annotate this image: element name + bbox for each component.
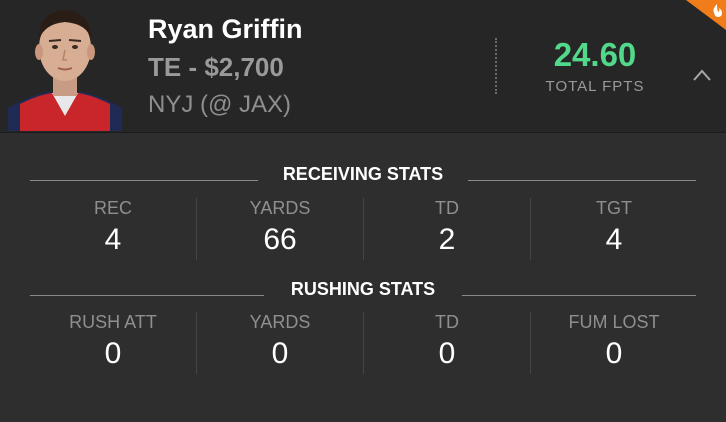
header-divider (495, 38, 497, 94)
total-fpts-label: TOTAL FPTS (545, 78, 645, 95)
stat-value: 4 (605, 223, 623, 256)
stat-value: 0 (104, 337, 122, 370)
stat-label: YARDS (249, 198, 311, 218)
player-avatar (8, 0, 122, 131)
rushing-stats-title: RUSHING STATS (290, 279, 436, 299)
player-name: Ryan Griffin (148, 14, 303, 44)
stat-rec: REC 4 (30, 198, 196, 257)
stat-value: 66 (263, 223, 297, 256)
stat-rush-yards: YARDS 0 (197, 312, 363, 371)
total-fpts-value: 24.60 (553, 36, 637, 73)
stat-yards: YARDS 66 (197, 198, 363, 257)
stat-tgt: TGT 4 (531, 198, 697, 257)
stat-fum-lost: FUM LOST 0 (531, 312, 697, 371)
stat-value: 0 (271, 337, 289, 370)
stat-label: TD (435, 312, 459, 332)
chevron-up-icon[interactable] (692, 67, 712, 83)
stat-value: 0 (605, 337, 623, 370)
rushing-rule-right (462, 295, 696, 296)
stat-label: TD (435, 198, 459, 218)
matchup: NYJ (@ JAX) (148, 91, 292, 118)
stat-label: TGT (596, 198, 632, 218)
receiving-rule-right (468, 180, 696, 181)
stat-label: RUSH ATT (69, 312, 157, 332)
stat-label: FUM LOST (568, 312, 660, 332)
stat-rush-att: RUSH ATT 0 (30, 312, 196, 371)
player-header: Ryan Griffin TE - $2,700 NYJ (@ JAX) 24.… (0, 0, 726, 133)
flame-icon (686, 0, 726, 30)
receiving-stats-title: RECEIVING STATS (282, 164, 444, 184)
stat-value: 2 (438, 223, 456, 256)
stat-value: 0 (438, 337, 456, 370)
position-salary: TE - $2,700 (148, 52, 284, 82)
stat-value: 4 (104, 223, 122, 256)
stat-rush-td: TD 0 (364, 312, 530, 371)
stat-label: REC (93, 198, 132, 218)
stat-label: YARDS (249, 312, 311, 332)
stat-td: TD 2 (364, 198, 530, 257)
